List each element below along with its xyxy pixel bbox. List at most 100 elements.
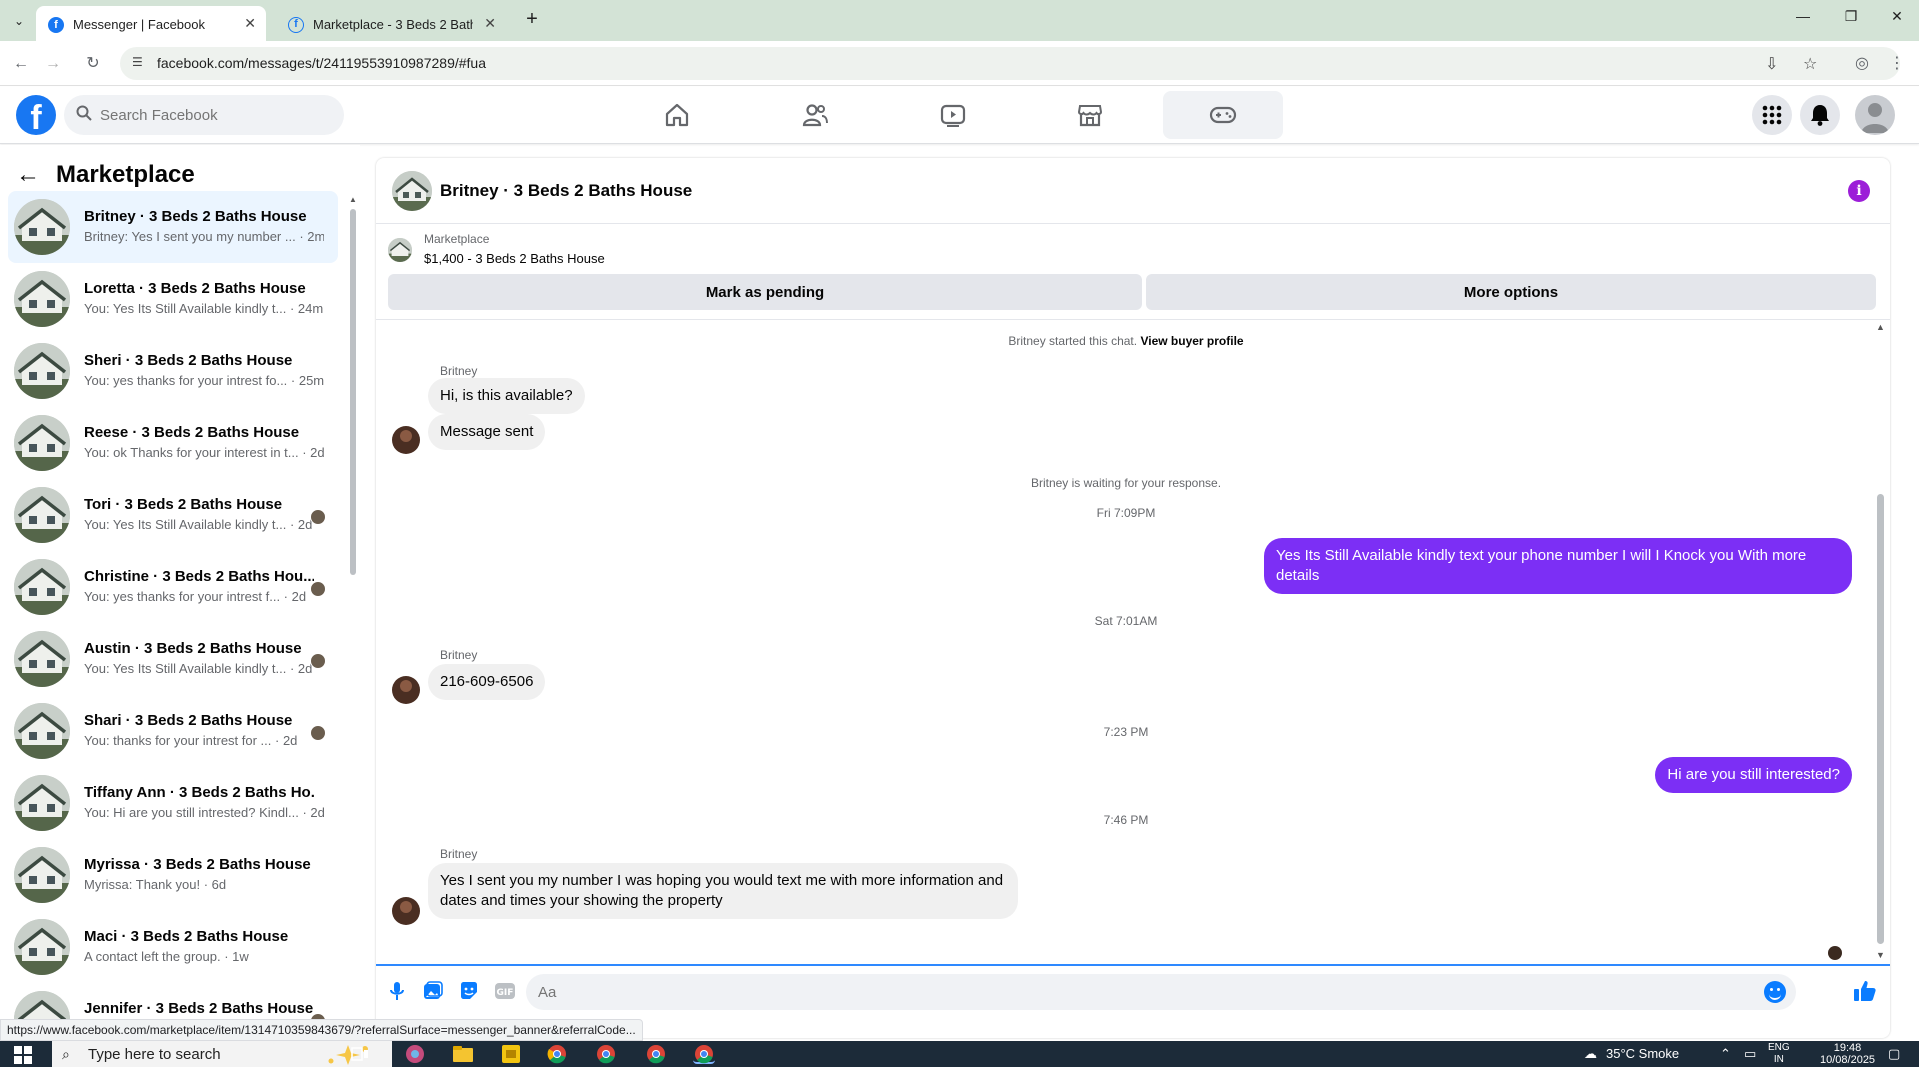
sidebar-scrollbar[interactable]: ▲ [349, 195, 357, 1025]
sender-avatar[interactable] [392, 676, 420, 704]
app-icon-1[interactable] [404, 1044, 426, 1064]
gif-button[interactable]: GIF [494, 980, 516, 1002]
network-icon[interactable]: ▭ [1744, 1046, 1756, 1062]
conversation-name: Shari · 3 Beds 2 Baths House [84, 712, 293, 729]
conversation-item[interactable]: Christine · 3 Beds 2 Baths Hou... You: ye… [8, 551, 338, 623]
mark-as-pending-button[interactable]: Mark as pending [388, 274, 1142, 310]
nav-home[interactable] [617, 91, 737, 139]
task-view-icon[interactable] [349, 1044, 371, 1064]
incoming-message[interactable]: Yes I sent you my number I was hoping yo… [428, 863, 1018, 919]
install-app-icon[interactable]: ⇩ [1765, 54, 1778, 74]
scroll-up-icon[interactable]: ▲ [349, 195, 357, 204]
like-button[interactable] [1852, 978, 1878, 1004]
tab-title: Marketplace - 3 Beds 2 Baths H [313, 17, 473, 33]
notification-center-icon[interactable]: ▢ [1888, 1046, 1900, 1062]
clock[interactable]: 19:48 10/08/2025 [1820, 1042, 1875, 1066]
close-tab-icon[interactable]: ✕ [244, 6, 256, 41]
language-indicator[interactable]: ENG IN [1768, 1042, 1790, 1066]
show-hidden-icons-icon[interactable]: ⌃ [1720, 1046, 1731, 1062]
taskbar-search[interactable]: ⌕ Type here to search [52, 1041, 392, 1067]
conversation-item[interactable]: Tiffany Ann · 3 Beds 2 Baths Ho... You: H… [8, 767, 338, 839]
close-window-icon[interactable]: ✕ [1882, 8, 1912, 25]
search-input[interactable] [100, 95, 330, 135]
restore-icon[interactable]: ❐ [1836, 8, 1866, 25]
nav-video[interactable] [893, 91, 1013, 139]
conversation-preview: You: yes thanks for your intrest fo... ·… [84, 373, 324, 388]
house-thumbnail-icon [14, 487, 70, 543]
sender-avatar[interactable] [392, 897, 420, 925]
scroll-up-icon[interactable]: ▲ [1876, 322, 1885, 332]
sender-avatar[interactable] [392, 426, 420, 454]
conversation-item[interactable]: Maci · 3 Beds 2 Baths House A contact lef… [8, 911, 338, 983]
chrome-icon[interactable] [546, 1044, 568, 1064]
conversation-item[interactable]: Reese · 3 Beds 2 Baths House You: ok Than… [8, 407, 338, 479]
scrollbar-thumb[interactable] [1877, 494, 1884, 944]
chrome-icon[interactable] [595, 1044, 617, 1064]
browser-tab-messenger[interactable]: f Messenger | Facebook ✕ [36, 6, 266, 41]
bookmark-star-icon[interactable]: ☆ [1803, 54, 1817, 74]
close-tab-icon[interactable]: ✕ [484, 6, 496, 41]
listing-thumbnail[interactable] [392, 171, 432, 211]
message-input[interactable] [538, 974, 1738, 1010]
incoming-message[interactable]: Message sent [428, 414, 546, 450]
tab-search-chevron-icon[interactable]: ⌄ [8, 10, 30, 32]
chrome-icon[interactable] [645, 1044, 667, 1064]
address-bar[interactable]: ☰ facebook.com/messages/t/24119553910987… [120, 47, 1900, 80]
address-url[interactable]: facebook.com/messages/t/2411955391098728… [157, 55, 486, 71]
scrollbar-thumb[interactable] [350, 209, 356, 575]
nav-gaming[interactable] [1163, 91, 1283, 139]
timestamp: Sat 7:01AM [1094, 614, 1158, 628]
more-options-button[interactable]: More options [1146, 274, 1876, 310]
minimize-icon[interactable]: — [1788, 8, 1818, 24]
incoming-message[interactable]: 216-609-6506 [428, 664, 546, 700]
nav-marketplace[interactable] [1030, 91, 1150, 139]
outgoing-message[interactable]: Hi are you still interested? [1655, 757, 1852, 793]
nav-friends[interactable] [755, 91, 875, 139]
conversation-item[interactable]: Myrissa · 3 Beds 2 Baths House Myrissa: T… [8, 839, 338, 911]
conversation-name: Tori · 3 Beds 2 Baths House [84, 496, 283, 513]
back-arrow-icon[interactable]: ← [16, 161, 44, 189]
conversation-item[interactable]: Britney · 3 Beds 2 Baths House Britney: Y… [8, 191, 338, 263]
chrome-icon-active[interactable] [693, 1044, 715, 1064]
view-buyer-profile-link[interactable]: View buyer profile [1140, 334, 1243, 348]
message-box[interactable] [526, 974, 1796, 1010]
emoji-icon[interactable] [1764, 981, 1786, 1003]
info-icon[interactable]: i [1848, 180, 1870, 202]
conversation-item[interactable]: Shari · 3 Beds 2 Baths House You: thanks … [8, 695, 338, 767]
forward-arrow-icon[interactable]: → [41, 52, 65, 76]
notifications-button[interactable] [1800, 95, 1840, 135]
chat-scrollbar[interactable]: ▲ ▼ [1875, 322, 1887, 962]
conversation-item[interactable]: Tori · 3 Beds 2 Baths House You: Yes Its … [8, 479, 338, 551]
menu-button[interactable] [1752, 95, 1792, 135]
attach-photo-button[interactable] [422, 980, 444, 1002]
browser-tab-marketplace[interactable]: f Marketplace - 3 Beds 2 Baths H ✕ [276, 6, 506, 41]
conversation-item[interactable]: Loretta · 3 Beds 2 Baths House You: Yes I… [8, 263, 338, 335]
voice-clip-button[interactable] [386, 980, 408, 1002]
facebook-logo[interactable]: f [16, 95, 56, 135]
file-explorer-icon[interactable] [452, 1044, 474, 1064]
gif-icon: GIF [495, 983, 515, 999]
chat-title[interactable]: Britney · 3 Beds 2 Baths House [440, 181, 692, 201]
conversation-item[interactable]: Austin · 3 Beds 2 Baths House You: Yes It… [8, 623, 338, 695]
new-tab-icon[interactable]: + [520, 8, 544, 31]
browser-menu-icon[interactable]: ⋮ [1885, 52, 1909, 76]
reload-icon[interactable]: ↻ [81, 52, 105, 76]
profile-icon[interactable]: ◎ [1850, 52, 1874, 76]
site-info-icon[interactable]: ☰ [132, 55, 150, 73]
taskbar-search-placeholder[interactable]: Type here to search [88, 1046, 221, 1063]
account-avatar[interactable] [1855, 95, 1895, 135]
facebook-search-box[interactable] [64, 95, 344, 135]
sticker-button[interactable] [458, 980, 480, 1002]
back-arrow-icon[interactable]: ← [9, 52, 33, 76]
listing-small-thumbnail[interactable] [388, 238, 412, 262]
windows-start-icon[interactable] [14, 1046, 32, 1064]
weather-icon[interactable]: ☁ [1584, 1046, 1597, 1062]
scroll-down-icon[interactable]: ▼ [1876, 950, 1885, 960]
outgoing-message[interactable]: Yes Its Still Available kindly text your… [1264, 538, 1852, 594]
weather-text[interactable]: 35°C Smoke [1606, 1046, 1679, 1061]
app-icon-3[interactable] [500, 1044, 522, 1064]
listing-title[interactable]: $1,400 - 3 Beds 2 Baths House [424, 251, 605, 266]
conversation-item[interactable]: Sheri · 3 Beds 2 Baths House You: yes tha… [8, 335, 338, 407]
chat-started-note: Britney started this chat. View buyer pr… [376, 334, 1876, 348]
incoming-message[interactable]: Hi, is this available? [428, 378, 585, 414]
